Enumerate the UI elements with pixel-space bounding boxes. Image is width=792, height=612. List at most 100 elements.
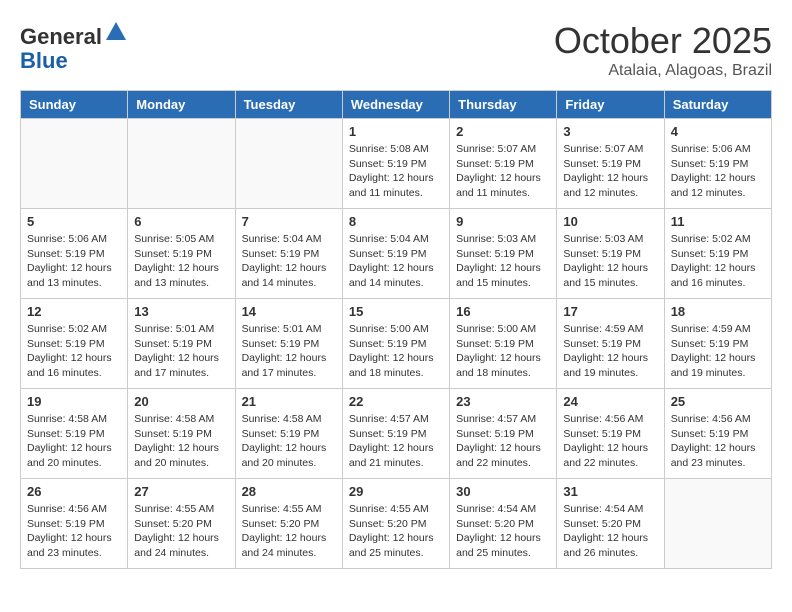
weekday-header: Tuesday [235, 91, 342, 119]
day-info: Sunrise: 5:00 AMSunset: 5:19 PMDaylight:… [349, 322, 443, 381]
day-info: Sunrise: 4:59 AMSunset: 5:19 PMDaylight:… [671, 322, 765, 381]
calendar-cell: 10 Sunrise: 5:03 AMSunset: 5:19 PMDayligh… [557, 209, 664, 299]
day-number: 9 [456, 214, 550, 229]
calendar-cell: 19Sunrise: 4:58 AMSunset: 5:19 PMDayligh… [21, 389, 128, 479]
title-block: October 2025 Atalaia, Alagoas, Brazil [554, 20, 772, 80]
day-info: Sunrise: 4:56 AMSunset: 5:19 PMDaylight:… [563, 412, 657, 471]
logo-blue-text: Blue [20, 48, 68, 73]
weekday-header: Saturday [664, 91, 771, 119]
day-number: 14 [242, 304, 336, 319]
calendar-cell: 27 Sunrise: 4:55 AMSunset: 5:20 PMDayligh… [128, 479, 235, 569]
calendar-cell: 9 Sunrise: 5:03 AMSunset: 5:19 PMDaylight… [450, 209, 557, 299]
day-info: Sunrise: 4:55 AMSunset: 5:20 PMDaylight:… [134, 502, 228, 561]
day-info: Sunrise: 4:54 AMSunset: 5:20 PMDaylight:… [563, 502, 657, 561]
day-info: Sunrise: 4:56 AMSunset: 5:19 PMDaylight:… [671, 412, 765, 471]
day-number: 24 [563, 394, 657, 409]
day-info: Sunrise: 4:57 AMSunset: 5:19 PMDaylight:… [349, 412, 443, 471]
day-info: Sunrise: 5:07 AMSunset: 5:19 PMDaylight:… [456, 142, 550, 201]
day-info: Sunrise: 5:08 AMSunset: 5:19 PMDaylight:… [349, 142, 443, 201]
page-header: General Blue October 2025 Atalaia, Alago… [20, 20, 772, 80]
day-number: 5 [27, 214, 121, 229]
day-number: 10 [563, 214, 657, 229]
day-number: 8 [349, 214, 443, 229]
day-info: Sunrise: 5:00 AMSunset: 5:19 PMDaylight:… [456, 322, 550, 381]
location-text: Atalaia, Alagoas, Brazil [554, 62, 772, 80]
day-number: 19 [27, 394, 121, 409]
day-number: 26 [27, 484, 121, 499]
calendar-cell: 31 Sunrise: 4:54 AMSunset: 5:20 PMDayligh… [557, 479, 664, 569]
calendar-cell: 16 Sunrise: 5:00 AMSunset: 5:19 PMDayligh… [450, 299, 557, 389]
calendar-cell: 25Sunrise: 4:56 AMSunset: 5:19 PMDayligh… [664, 389, 771, 479]
day-info: Sunrise: 5:07 AMSunset: 5:19 PMDaylight:… [563, 142, 657, 201]
day-info: Sunrise: 5:03 AMSunset: 5:19 PMDaylight:… [456, 232, 550, 291]
day-number: 23 [456, 394, 550, 409]
calendar-cell [235, 119, 342, 209]
calendar-cell: 29 Sunrise: 4:55 AMSunset: 5:20 PMDayligh… [342, 479, 449, 569]
calendar-cell: 15 Sunrise: 5:00 AMSunset: 5:19 PMDayligh… [342, 299, 449, 389]
day-number: 12 [27, 304, 121, 319]
day-info: Sunrise: 5:02 AMSunset: 5:19 PMDaylight:… [27, 322, 121, 381]
calendar-cell: 26 Sunrise: 4:56 AMSunset: 5:19 PMDayligh… [21, 479, 128, 569]
day-number: 15 [349, 304, 443, 319]
day-number: 13 [134, 304, 228, 319]
calendar-cell: 18Sunrise: 4:59 AMSunset: 5:19 PMDayligh… [664, 299, 771, 389]
day-number: 6 [134, 214, 228, 229]
day-number: 27 [134, 484, 228, 499]
calendar-cell: 11 Sunrise: 5:02 AMSunset: 5:19 PMDayligh… [664, 209, 771, 299]
week-row: 26 Sunrise: 4:56 AMSunset: 5:19 PMDayligh… [21, 479, 772, 569]
day-info: Sunrise: 5:03 AMSunset: 5:19 PMDaylight:… [563, 232, 657, 291]
weekday-header: Wednesday [342, 91, 449, 119]
day-info: Sunrise: 5:02 AMSunset: 5:19 PMDaylight:… [671, 232, 765, 291]
calendar-cell: 28Sunrise: 4:55 AMSunset: 5:20 PMDayligh… [235, 479, 342, 569]
day-number: 31 [563, 484, 657, 499]
calendar-cell: 7 Sunrise: 5:04 AMSunset: 5:19 PMDaylight… [235, 209, 342, 299]
day-info: Sunrise: 4:59 AMSunset: 5:19 PMDaylight:… [563, 322, 657, 381]
day-info: Sunrise: 4:55 AMSunset: 5:20 PMDaylight:… [349, 502, 443, 561]
weekday-header: Sunday [21, 91, 128, 119]
day-info: Sunrise: 4:56 AMSunset: 5:19 PMDaylight:… [27, 502, 121, 561]
calendar-cell [21, 119, 128, 209]
calendar-cell: 1 Sunrise: 5:08 AMSunset: 5:19 PMDaylight… [342, 119, 449, 209]
calendar-cell: 13 Sunrise: 5:01 AMSunset: 5:19 PMDayligh… [128, 299, 235, 389]
calendar-cell: 6Sunrise: 5:05 AMSunset: 5:19 PMDaylight… [128, 209, 235, 299]
calendar-cell: 17 Sunrise: 4:59 AMSunset: 5:19 PMDayligh… [557, 299, 664, 389]
day-info: Sunrise: 4:58 AMSunset: 5:19 PMDaylight:… [134, 412, 228, 471]
calendar-cell: 21Sunrise: 4:58 AMSunset: 5:19 PMDayligh… [235, 389, 342, 479]
day-number: 1 [349, 124, 443, 139]
week-row: 12 Sunrise: 5:02 AMSunset: 5:19 PMDayligh… [21, 299, 772, 389]
day-info: Sunrise: 5:01 AMSunset: 5:19 PMDaylight:… [242, 322, 336, 381]
day-info: Sunrise: 4:58 AMSunset: 5:19 PMDaylight:… [242, 412, 336, 471]
day-number: 7 [242, 214, 336, 229]
calendar-cell: 12 Sunrise: 5:02 AMSunset: 5:19 PMDayligh… [21, 299, 128, 389]
day-number: 30 [456, 484, 550, 499]
calendar-cell: 3 Sunrise: 5:07 AMSunset: 5:19 PMDaylight… [557, 119, 664, 209]
day-info: Sunrise: 5:04 AMSunset: 5:19 PMDaylight:… [242, 232, 336, 291]
day-number: 11 [671, 214, 765, 229]
calendar-cell [128, 119, 235, 209]
calendar-cell: 5 Sunrise: 5:06 AMSunset: 5:19 PMDaylight… [21, 209, 128, 299]
calendar-cell: 22 Sunrise: 4:57 AMSunset: 5:19 PMDayligh… [342, 389, 449, 479]
day-number: 17 [563, 304, 657, 319]
day-info: Sunrise: 4:54 AMSunset: 5:20 PMDaylight:… [456, 502, 550, 561]
day-info: Sunrise: 4:57 AMSunset: 5:19 PMDaylight:… [456, 412, 550, 471]
day-info: Sunrise: 5:01 AMSunset: 5:19 PMDaylight:… [134, 322, 228, 381]
day-number: 2 [456, 124, 550, 139]
day-info: Sunrise: 5:06 AMSunset: 5:19 PMDaylight:… [27, 232, 121, 291]
weekday-header: Monday [128, 91, 235, 119]
day-number: 29 [349, 484, 443, 499]
logo-icon [104, 20, 128, 44]
week-row: 19 Sunrise: 4:58 AMSunset: 5:19 PMDayligh… [21, 389, 772, 479]
calendar-cell [664, 479, 771, 569]
day-number: 4 [671, 124, 765, 139]
day-number: 3 [563, 124, 657, 139]
day-info: Sunrise: 5:06 AMSunset: 5:19 PMDaylight:… [671, 142, 765, 201]
logo-general-text: General [20, 24, 102, 49]
day-number: 22 [349, 394, 443, 409]
day-number: 16 [456, 304, 550, 319]
weekday-header: Friday [557, 91, 664, 119]
month-title: October 2025 [554, 20, 772, 62]
calendar-cell: 20Sunrise: 4:58 AMSunset: 5:19 PMDayligh… [128, 389, 235, 479]
day-number: 28 [242, 484, 336, 499]
calendar-cell: 8Sunrise: 5:04 AMSunset: 5:19 PMDaylight… [342, 209, 449, 299]
weekday-header: Thursday [450, 91, 557, 119]
